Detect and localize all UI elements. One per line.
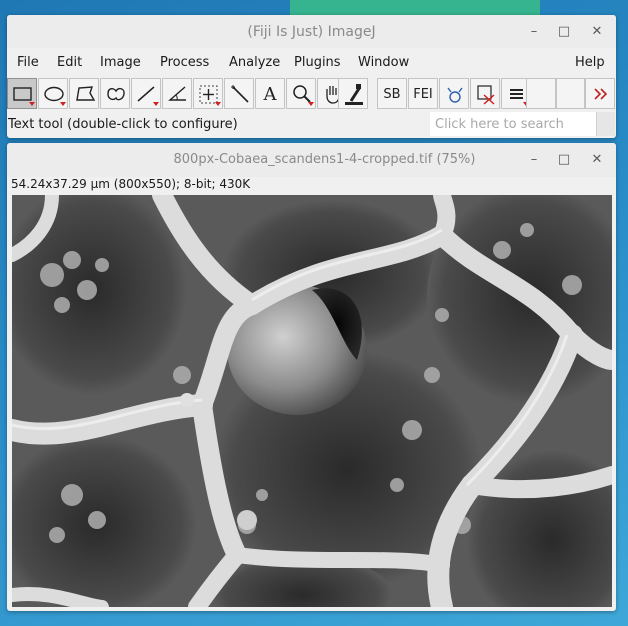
main-titlebar[interactable]: (Fiji Is Just) ImageJ – □ ✕: [7, 15, 616, 49]
fei-tool[interactable]: FEI: [408, 78, 438, 109]
stacker-tool[interactable]: [439, 78, 469, 109]
angle-icon: [168, 86, 186, 101]
freehand-icon: [107, 87, 125, 101]
double-chevron-icon: [594, 88, 608, 100]
freehand-tool[interactable]: [100, 78, 130, 109]
tool-menu-marker: [308, 102, 314, 106]
polygon-icon: [76, 86, 96, 101]
minimize-button[interactable]: –: [524, 150, 544, 170]
point-tool[interactable]: [193, 78, 223, 109]
menu-help[interactable]: Help: [575, 48, 605, 74]
menu-plugins[interactable]: Plugins: [294, 48, 341, 74]
sem-micrograph: [12, 195, 612, 607]
tool-menu-marker: [215, 102, 221, 106]
search-input[interactable]: [430, 112, 596, 136]
maximize-button[interactable]: □: [554, 22, 574, 42]
magnifier-tool[interactable]: [286, 78, 316, 109]
toolbar: A SB FEI: [0, 78, 628, 111]
roi-cross-icon: [477, 85, 495, 105]
more-tools-button[interactable]: [585, 78, 615, 109]
stacker-icon: [447, 87, 463, 103]
color-picker-tool[interactable]: [338, 78, 368, 109]
oval-tool[interactable]: [38, 78, 68, 109]
scalebar-tool-label: SB: [383, 87, 401, 102]
menu-file[interactable]: File: [17, 48, 39, 74]
rectangle-tool[interactable]: [7, 78, 37, 109]
search-box-end: [596, 112, 615, 136]
wand-tool[interactable]: [224, 78, 254, 109]
line-tool[interactable]: [131, 78, 161, 109]
menu-image[interactable]: Image: [100, 48, 141, 74]
tool-menu-marker: [153, 102, 159, 106]
menu-bar: File Edit Image Process Analyze Plugins …: [7, 48, 616, 74]
image-titlebar[interactable]: 800px-Cobaea_scandens1-4-cropped.tif (75…: [7, 143, 616, 177]
roi-tool[interactable]: [470, 78, 500, 109]
menu-analyze[interactable]: Analyze: [229, 48, 280, 74]
image-info: 54.24x37.29 µm (800x550); 8-bit; 430K: [11, 177, 251, 191]
text-tool[interactable]: A: [255, 78, 285, 109]
wand-icon: [231, 85, 249, 103]
menu-process[interactable]: Process: [160, 48, 209, 74]
status-text: Text tool (double-click to configure): [8, 117, 238, 132]
angle-tool[interactable]: [162, 78, 192, 109]
tool-menu-marker: [60, 102, 66, 106]
maximize-button[interactable]: □: [554, 150, 574, 170]
minimize-button[interactable]: –: [524, 22, 544, 42]
image-canvas[interactable]: [12, 195, 612, 607]
dropper-icon: [345, 84, 363, 105]
fei-tool-label: FEI: [413, 87, 433, 102]
desktop-decor: [290, 0, 540, 16]
tool-menu-marker: [29, 102, 35, 106]
scalebar-tool[interactable]: SB: [377, 78, 407, 109]
blank-tool-1[interactable]: [526, 78, 556, 109]
close-button[interactable]: ✕: [587, 22, 607, 42]
menu-edit[interactable]: Edit: [57, 48, 82, 74]
close-button[interactable]: ✕: [587, 150, 607, 170]
menu-window[interactable]: Window: [358, 48, 409, 74]
polygon-tool[interactable]: [69, 78, 99, 109]
blank-tool-2[interactable]: [556, 78, 585, 109]
text-tool-label: A: [263, 84, 277, 105]
